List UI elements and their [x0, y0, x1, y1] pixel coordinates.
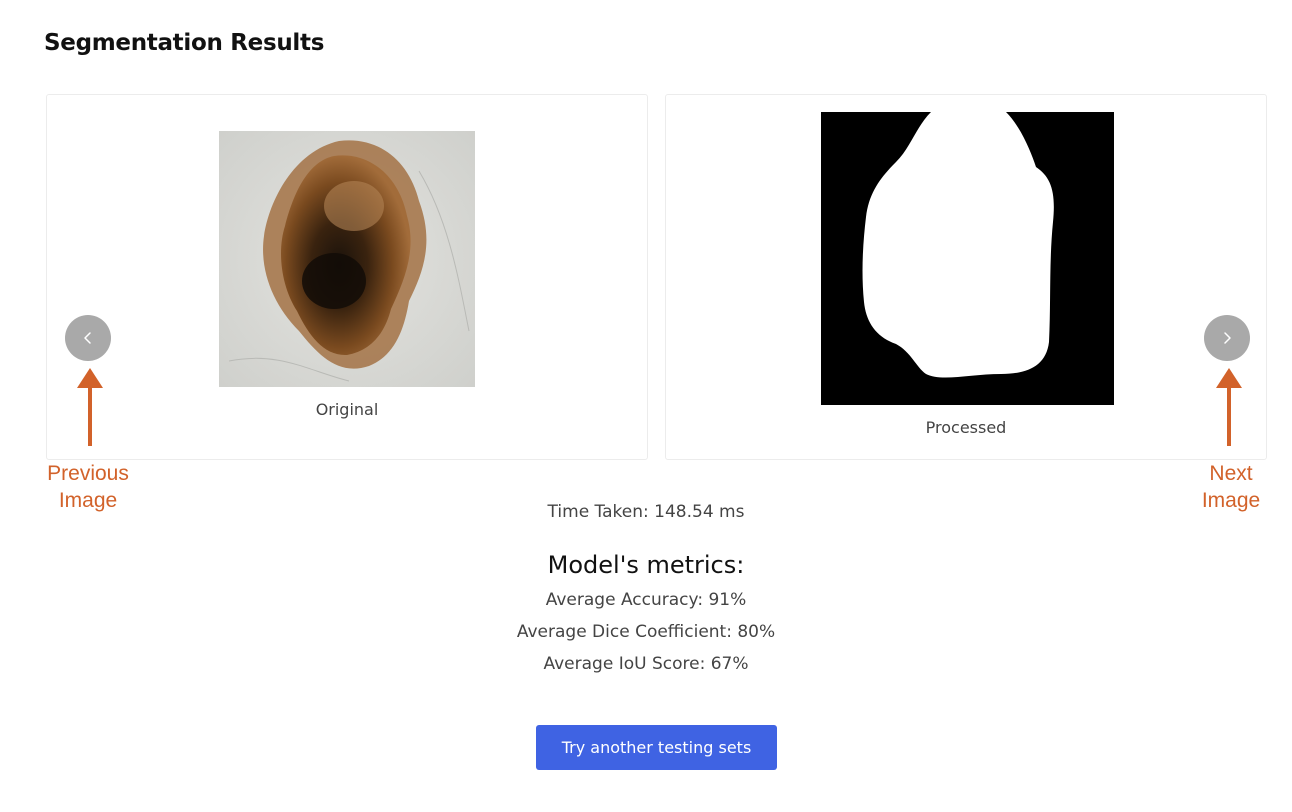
original-caption: Original — [315, 400, 379, 419]
page-title: Segmentation Results — [44, 30, 325, 56]
processed-caption: Processed — [925, 418, 1007, 437]
chevron-right-icon — [1224, 332, 1231, 344]
metric-iou: Average IoU Score: 67% — [543, 654, 749, 674]
metrics-title: Model's metrics: — [547, 551, 745, 579]
chevron-left-icon — [84, 332, 91, 344]
next-annotation-arrow — [1216, 368, 1242, 446]
processed-mask-image — [821, 112, 1114, 405]
try-another-button[interactable]: Try another testing sets — [536, 725, 777, 770]
metric-dice: Average Dice Coefficient: 80% — [516, 622, 776, 642]
metric-accuracy: Average Accuracy: 91% — [545, 590, 747, 610]
original-image-card: Original — [46, 94, 648, 460]
previous-image-button[interactable] — [65, 315, 111, 361]
previous-annotation-arrow — [77, 368, 103, 446]
processed-image-card: Processed — [665, 94, 1267, 460]
original-lesion-image — [219, 131, 475, 387]
time-taken: Time Taken: 148.54 ms — [547, 502, 745, 522]
next-image-button[interactable] — [1204, 315, 1250, 361]
